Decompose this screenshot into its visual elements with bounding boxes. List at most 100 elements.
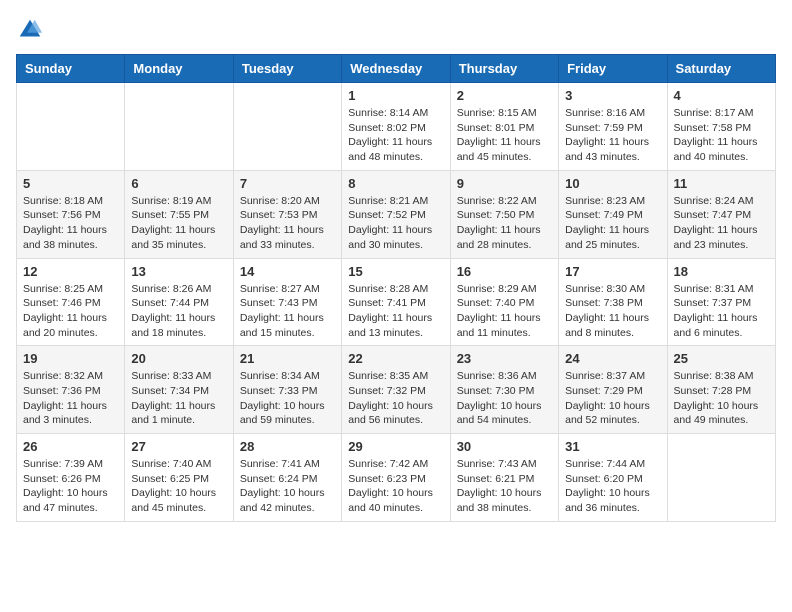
calendar-cell: 31Sunrise: 7:44 AMSunset: 6:20 PMDayligh… [559, 434, 667, 522]
calendar-cell: 14Sunrise: 8:27 AMSunset: 7:43 PMDayligh… [233, 258, 341, 346]
day-number: 15 [348, 264, 443, 279]
calendar-week-row: 1 Sunrise: 8:14 AMSunset: 8:02 PMDaylight… [17, 83, 776, 171]
day-info: Sunrise: 8:19 AMSunset: 7:55 PMDaylight:… [131, 194, 226, 253]
calendar-header-friday: Friday [559, 55, 667, 83]
day-number: 9 [457, 176, 552, 191]
calendar-cell: 17Sunrise: 8:30 AMSunset: 7:38 PMDayligh… [559, 258, 667, 346]
day-info: Sunrise: 7:41 AMSunset: 6:24 PMDaylight:… [240, 457, 335, 516]
calendar-cell: 3 Sunrise: 8:16 AMSunset: 7:59 PMDaylight… [559, 83, 667, 171]
calendar-cell: 13 Sunrise: 8:26 AMSunset: 7:44 PMDayligh… [125, 258, 233, 346]
calendar-cell: 5 Sunrise: 8:18 AMSunset: 7:56 PMDaylight… [17, 170, 125, 258]
day-number: 18 [674, 264, 769, 279]
calendar-cell: 25 Sunrise: 8:38 AMSunset: 7:28 PMDayligh… [667, 346, 775, 434]
day-number: 16 [457, 264, 552, 279]
day-info: Sunrise: 8:15 AMSunset: 8:01 PMDaylight:… [457, 106, 552, 165]
day-info: Sunrise: 8:30 AMSunset: 7:38 PMDaylight:… [565, 282, 660, 341]
day-number: 11 [674, 176, 769, 191]
day-number: 8 [348, 176, 443, 191]
day-number: 5 [23, 176, 118, 191]
calendar-header-saturday: Saturday [667, 55, 775, 83]
day-info: Sunrise: 8:36 AMSunset: 7:30 PMDaylight:… [457, 369, 552, 428]
day-number: 4 [674, 88, 769, 103]
logo-icon [16, 16, 44, 44]
day-number: 20 [131, 351, 226, 366]
calendar-header-thursday: Thursday [450, 55, 558, 83]
day-info: Sunrise: 8:29 AMSunset: 7:40 PMDaylight:… [457, 282, 552, 341]
day-info: Sunrise: 8:37 AMSunset: 7:29 PMDaylight:… [565, 369, 660, 428]
day-number: 19 [23, 351, 118, 366]
calendar-cell: 10 Sunrise: 8:23 AMSunset: 7:49 PMDayligh… [559, 170, 667, 258]
day-number: 28 [240, 439, 335, 454]
calendar-cell: 11 Sunrise: 8:24 AMSunset: 7:47 PMDayligh… [667, 170, 775, 258]
day-number: 30 [457, 439, 552, 454]
calendar-cell: 8 Sunrise: 8:21 AMSunset: 7:52 PMDaylight… [342, 170, 450, 258]
calendar-cell: 26 Sunrise: 7:39 AMSunset: 6:26 PMDayligh… [17, 434, 125, 522]
day-info: Sunrise: 8:23 AMSunset: 7:49 PMDaylight:… [565, 194, 660, 253]
day-number: 13 [131, 264, 226, 279]
day-number: 2 [457, 88, 552, 103]
calendar-week-row: 12Sunrise: 8:25 AMSunset: 7:46 PMDayligh… [17, 258, 776, 346]
day-info: Sunrise: 8:22 AMSunset: 7:50 PMDaylight:… [457, 194, 552, 253]
calendar-cell: 19 Sunrise: 8:32 AMSunset: 7:36 PMDayligh… [17, 346, 125, 434]
calendar-cell [233, 83, 341, 171]
calendar-cell: 22Sunrise: 8:35 AMSunset: 7:32 PMDayligh… [342, 346, 450, 434]
day-info: Sunrise: 8:35 AMSunset: 7:32 PMDaylight:… [348, 369, 443, 428]
day-info: Sunrise: 8:14 AMSunset: 8:02 PMDaylight:… [348, 106, 443, 165]
day-info: Sunrise: 8:34 AMSunset: 7:33 PMDaylight:… [240, 369, 335, 428]
day-number: 26 [23, 439, 118, 454]
day-info: Sunrise: 7:40 AMSunset: 6:25 PMDaylight:… [131, 457, 226, 516]
day-info: Sunrise: 8:21 AMSunset: 7:52 PMDaylight:… [348, 194, 443, 253]
day-info: Sunrise: 8:26 AMSunset: 7:44 PMDaylight:… [131, 282, 226, 341]
calendar-cell: 28 Sunrise: 7:41 AMSunset: 6:24 PMDayligh… [233, 434, 341, 522]
calendar-cell: 12Sunrise: 8:25 AMSunset: 7:46 PMDayligh… [17, 258, 125, 346]
calendar-cell: 23 Sunrise: 8:36 AMSunset: 7:30 PMDayligh… [450, 346, 558, 434]
day-info: Sunrise: 8:20 AMSunset: 7:53 PMDaylight:… [240, 194, 335, 253]
day-number: 31 [565, 439, 660, 454]
calendar-cell: 6 Sunrise: 8:19 AMSunset: 7:55 PMDaylight… [125, 170, 233, 258]
day-info: Sunrise: 8:31 AMSunset: 7:37 PMDaylight:… [674, 282, 769, 341]
calendar-header-row: SundayMondayTuesdayWednesdayThursdayFrid… [17, 55, 776, 83]
calendar-week-row: 5 Sunrise: 8:18 AMSunset: 7:56 PMDaylight… [17, 170, 776, 258]
day-info: Sunrise: 7:43 AMSunset: 6:21 PMDaylight:… [457, 457, 552, 516]
day-info: Sunrise: 8:28 AMSunset: 7:41 PMDaylight:… [348, 282, 443, 341]
day-info: Sunrise: 7:42 AMSunset: 6:23 PMDaylight:… [348, 457, 443, 516]
calendar-table: SundayMondayTuesdayWednesdayThursdayFrid… [16, 54, 776, 522]
logo [16, 16, 48, 44]
day-info: Sunrise: 8:33 AMSunset: 7:34 PMDaylight:… [131, 369, 226, 428]
day-info: Sunrise: 7:39 AMSunset: 6:26 PMDaylight:… [23, 457, 118, 516]
day-number: 21 [240, 351, 335, 366]
day-number: 7 [240, 176, 335, 191]
calendar-cell [17, 83, 125, 171]
calendar-header-wednesday: Wednesday [342, 55, 450, 83]
day-info: Sunrise: 8:38 AMSunset: 7:28 PMDaylight:… [674, 369, 769, 428]
day-number: 24 [565, 351, 660, 366]
day-info: Sunrise: 8:27 AMSunset: 7:43 PMDaylight:… [240, 282, 335, 341]
day-info: Sunrise: 8:32 AMSunset: 7:36 PMDaylight:… [23, 369, 118, 428]
calendar-cell [667, 434, 775, 522]
calendar-cell: 1 Sunrise: 8:14 AMSunset: 8:02 PMDaylight… [342, 83, 450, 171]
calendar-cell: 4 Sunrise: 8:17 AMSunset: 7:58 PMDaylight… [667, 83, 775, 171]
day-number: 3 [565, 88, 660, 103]
day-number: 23 [457, 351, 552, 366]
calendar-cell: 9 Sunrise: 8:22 AMSunset: 7:50 PMDaylight… [450, 170, 558, 258]
day-number: 6 [131, 176, 226, 191]
day-info: Sunrise: 8:16 AMSunset: 7:59 PMDaylight:… [565, 106, 660, 165]
day-number: 27 [131, 439, 226, 454]
calendar-cell: 2 Sunrise: 8:15 AMSunset: 8:01 PMDaylight… [450, 83, 558, 171]
calendar-cell: 20 Sunrise: 8:33 AMSunset: 7:34 PMDayligh… [125, 346, 233, 434]
calendar-header-monday: Monday [125, 55, 233, 83]
day-info: Sunrise: 8:25 AMSunset: 7:46 PMDaylight:… [23, 282, 118, 341]
calendar-week-row: 19 Sunrise: 8:32 AMSunset: 7:36 PMDayligh… [17, 346, 776, 434]
day-info: Sunrise: 8:24 AMSunset: 7:47 PMDaylight:… [674, 194, 769, 253]
calendar-cell: 21 Sunrise: 8:34 AMSunset: 7:33 PMDayligh… [233, 346, 341, 434]
day-info: Sunrise: 8:18 AMSunset: 7:56 PMDaylight:… [23, 194, 118, 253]
calendar-cell: 16 Sunrise: 8:29 AMSunset: 7:40 PMDayligh… [450, 258, 558, 346]
calendar-cell: 15 Sunrise: 8:28 AMSunset: 7:41 PMDayligh… [342, 258, 450, 346]
day-number: 1 [348, 88, 443, 103]
calendar-cell: 29Sunrise: 7:42 AMSunset: 6:23 PMDayligh… [342, 434, 450, 522]
day-number: 10 [565, 176, 660, 191]
day-info: Sunrise: 8:17 AMSunset: 7:58 PMDaylight:… [674, 106, 769, 165]
page-header [16, 16, 776, 44]
calendar-cell [125, 83, 233, 171]
day-number: 25 [674, 351, 769, 366]
